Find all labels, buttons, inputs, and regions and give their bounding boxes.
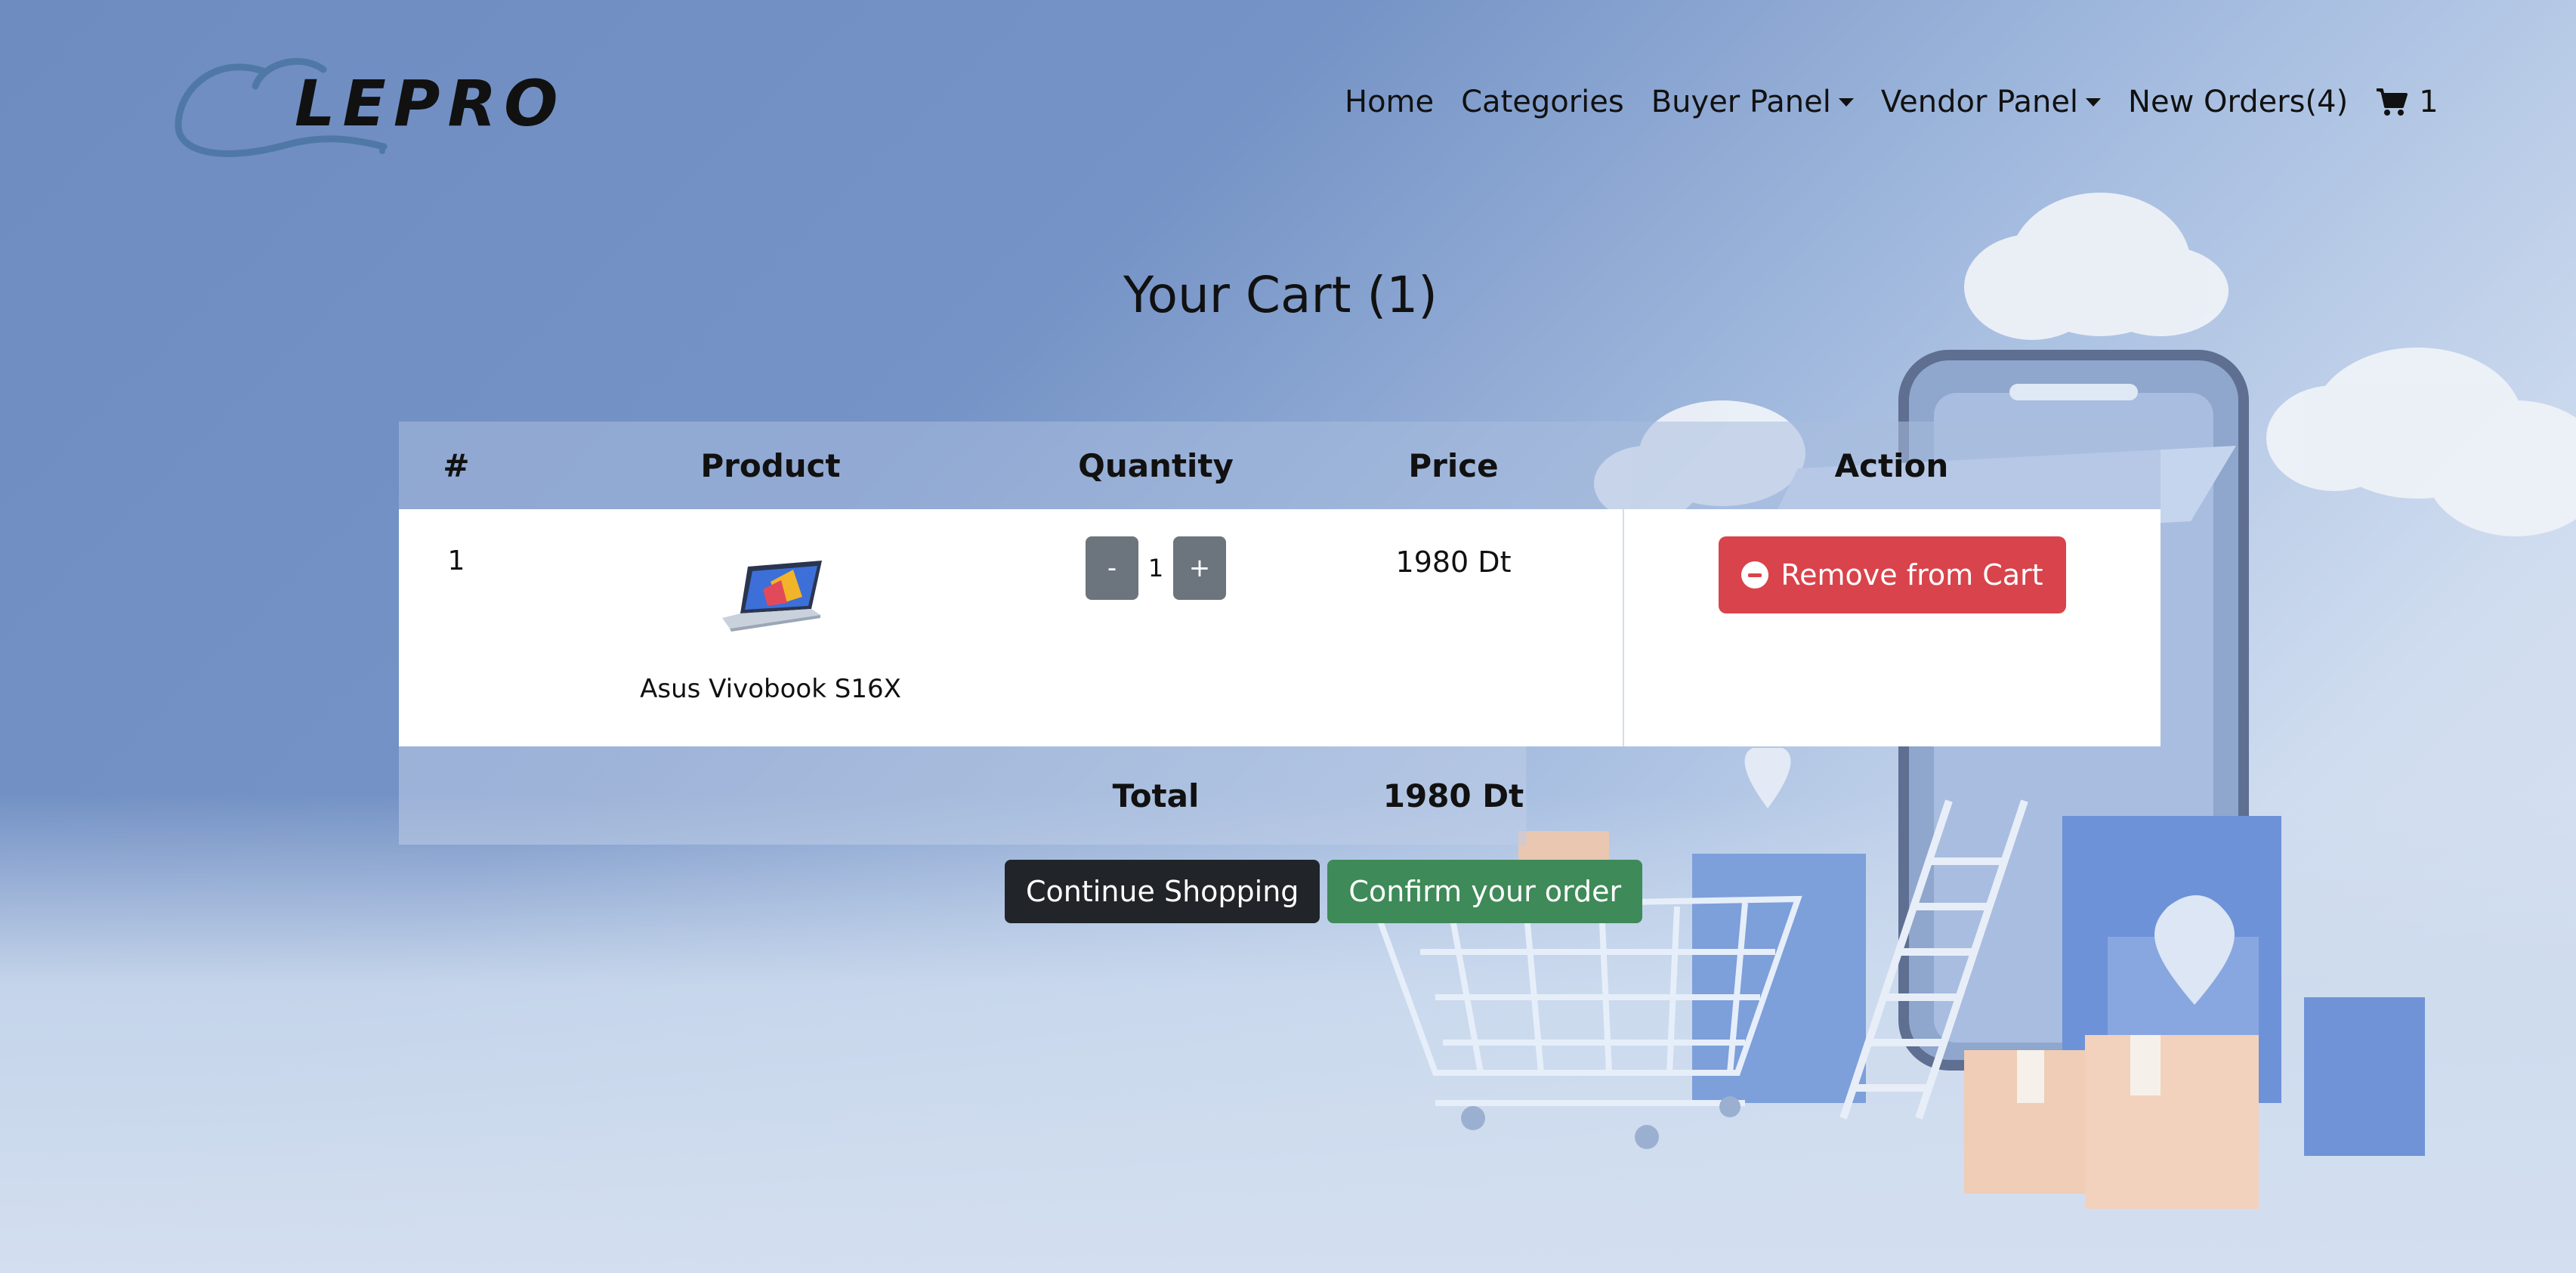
action-cell: Remove from Cart	[1623, 509, 2161, 746]
svg-text:LEPRO: LEPRO	[295, 66, 565, 141]
chevron-down-icon	[1838, 97, 1854, 107]
shopping-cart-icon	[2377, 88, 2408, 116]
product-cell: Asus Vivobook S16X	[514, 509, 1027, 746]
increase-quantity-button[interactable]: +	[1173, 536, 1226, 600]
nav-home[interactable]: Home	[1345, 85, 1434, 119]
quantity-stepper: - 1 +	[1027, 509, 1284, 600]
nav-vendor-panel-label: Vendor Panel	[1880, 85, 2079, 119]
table-header: # Product Quantity Price Action	[399, 422, 2161, 509]
page-title: Your Cart (1)	[1123, 266, 1438, 324]
confirm-order-button[interactable]: Confirm your order	[1327, 860, 1643, 923]
nav-vendor-panel[interactable]: Vendor Panel	[1880, 85, 2102, 119]
table-row: 1 Asus Vivobook S16X - 1 + 1980 Dt Remov…	[399, 509, 2161, 746]
header-price: Price	[1408, 446, 1499, 484]
row-number: 1	[447, 545, 465, 576]
clepro-logo[interactable]: LEPRO	[172, 56, 565, 162]
header-product: Product	[700, 446, 841, 484]
nav-categories[interactable]: Categories	[1461, 85, 1624, 119]
decrease-quantity-button[interactable]: -	[1086, 536, 1138, 600]
top-navigation: Home Categories Buyer Panel Vendor Panel…	[1345, 85, 2439, 119]
quantity-cell: - 1 +	[1027, 509, 1284, 746]
total-value: 1980 Dt	[1382, 777, 1524, 814]
cart-table: # Product Quantity Price Action 1 Asus V…	[399, 422, 2161, 845]
minus-circle-icon	[1741, 561, 1769, 589]
nav-buyer-panel[interactable]: Buyer Panel	[1651, 85, 1854, 119]
header-quantity: Quantity	[1078, 446, 1234, 484]
cart-count: 1	[2419, 85, 2439, 119]
total-label: Total	[1112, 777, 1200, 814]
header-num: #	[443, 446, 470, 484]
quantity-value: 1	[1147, 554, 1164, 582]
laptop-product-image[interactable]	[718, 559, 823, 635]
nav-new-orders[interactable]: New Orders(4)	[2128, 85, 2348, 119]
continue-shopping-button[interactable]: Continue Shopping	[1005, 860, 1320, 923]
cart-actions: Continue Shopping Confirm your order	[1005, 860, 1643, 923]
table-footer: Total 1980 Dt	[399, 746, 2161, 845]
header-action: Action	[1834, 446, 1949, 484]
remove-from-cart-button[interactable]: Remove from Cart	[1719, 536, 2066, 613]
chevron-down-icon	[2086, 97, 2102, 107]
nav-buyer-panel-label: Buyer Panel	[1651, 85, 1831, 119]
remove-from-cart-label: Remove from Cart	[1781, 558, 2043, 592]
item-price: 1980 Dt	[1395, 545, 1512, 579]
product-name[interactable]: Asus Vivobook S16X	[514, 674, 1027, 704]
nav-cart[interactable]: 1	[2375, 85, 2439, 119]
